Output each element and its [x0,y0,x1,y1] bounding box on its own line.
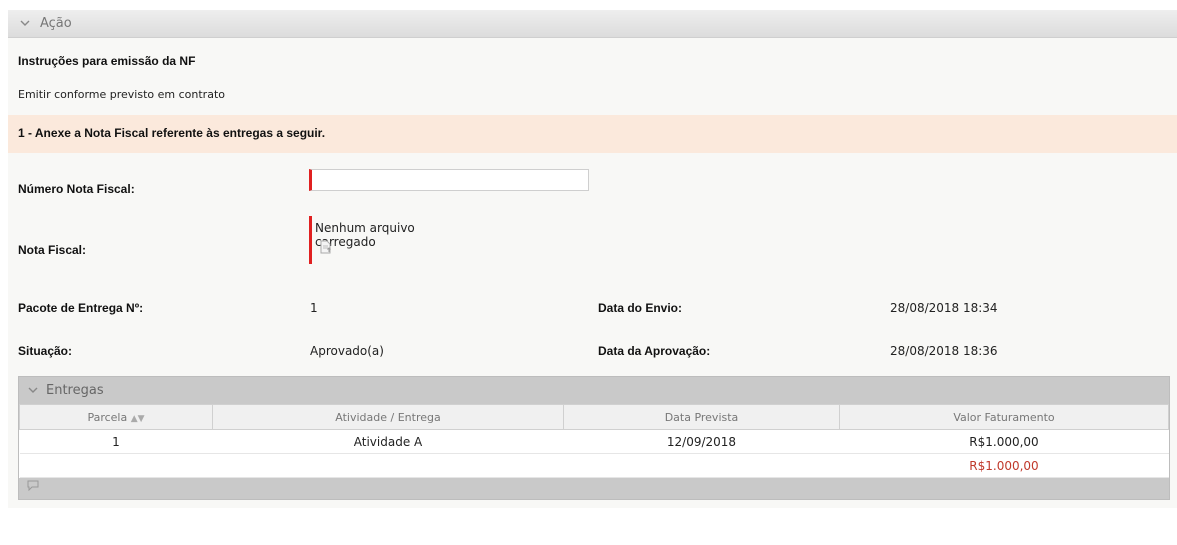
situacao-label: Situação: [18,344,73,358]
aprovacao-label: Data da Aprovação: [598,344,711,358]
file-status-text: Nenhum arquivo carregado [315,221,415,249]
aprovacao-value: 28/08/2018 18:36 [890,344,998,358]
column-header-atividade[interactable]: Atividade / Entrega [212,404,564,430]
total-value: R$1.000,00 [839,453,1169,478]
pacote-label: Pacote de Entrega Nº: [18,301,144,315]
cell-data: 12/09/2018 [563,429,840,454]
entregas-title: Entregas [46,383,104,398]
pacote-value: 1 [310,301,318,315]
envio-value: 28/08/2018 18:34 [890,301,998,315]
nota-fiscal-upload: Nenhum arquivo carregado [309,216,472,264]
column-header-parcela[interactable]: Parcela ▲▼ [19,404,213,430]
envio-label: Data do Envio: [598,301,683,315]
entregas-header[interactable]: Entregas [19,377,1169,404]
step-banner: 1 - Anexe a Nota Fiscal referente às ent… [8,115,1177,153]
chevron-down-icon[interactable] [20,20,32,27]
cell-atividade: Atividade A [212,429,564,454]
numero-nf-input[interactable] [309,169,589,191]
chevron-down-icon[interactable] [28,387,38,394]
numero-nf-label: Número Nota Fiscal: [18,182,135,196]
action-panel-header[interactable]: Ação [8,10,1177,38]
cell-parcela: 1 [19,429,213,454]
column-header-data[interactable]: Data Prevista [563,404,840,430]
situacao-value: Aprovado(a) [310,344,384,358]
file-upload-icon[interactable] [319,240,333,257]
entregas-grid: Entregas Parcela ▲▼ Atividade / Entrega … [18,376,1170,500]
entregas-table: Parcela ▲▼ Atividade / Entrega Data Prev… [19,404,1169,478]
column-header-valor[interactable]: Valor Faturamento [839,404,1169,430]
step-label: 1 - Anexe a Nota Fiscal referente às ent… [18,126,326,140]
total-row: R$1.000,00 [19,453,1169,478]
instructions-text: Emitir conforme previsto em contrato [18,88,225,101]
comment-icon[interactable] [27,480,39,494]
nota-fiscal-label: Nota Fiscal: [18,243,87,257]
action-panel: Ação Instruções para emissão da NF Emiti… [8,10,1177,508]
instructions-title: Instruções para emissão da NF [18,54,196,68]
grid-footer [19,478,1169,495]
sort-icon[interactable]: ▲▼ [131,414,145,424]
action-panel-title: Ação [40,16,72,31]
table-row[interactable]: 1 Atividade A 12/09/2018 R$1.000,00 [19,429,1169,454]
cell-valor: R$1.000,00 [839,429,1169,454]
